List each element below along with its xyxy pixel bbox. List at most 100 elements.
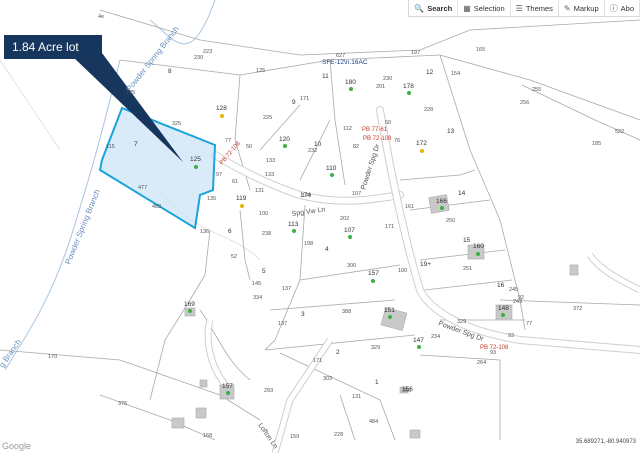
coordinates-readout: 35.689271,-80.940973 [575, 439, 636, 445]
markup-button[interactable]: ✎ Markup [559, 0, 605, 16]
google-attribution: Google [2, 441, 32, 451]
dimension-label: 225 [263, 115, 272, 121]
parcel-id[interactable]: 148 [498, 305, 509, 312]
dimension-label: 125 [256, 68, 265, 74]
lot-number: 10 [314, 141, 322, 148]
lot-number: 12 [426, 69, 434, 76]
parcel-id[interactable]: 157 [368, 270, 379, 277]
dimension-label: 161 [405, 204, 414, 210]
dimension-label: 230 [383, 76, 392, 82]
dimension-label: 170 [48, 354, 57, 360]
lot-number: 4 [325, 246, 329, 253]
dimension-label: 93 [508, 333, 514, 339]
parcel-id[interactable]: 172 [416, 140, 427, 147]
dimension-label: 154 [451, 71, 460, 77]
dimension-label: 230 [194, 55, 203, 61]
dimension-label: 202 [340, 216, 349, 222]
parcel-id[interactable]: 180 [345, 79, 356, 86]
plat-ref-pb1: PB 77-61 [362, 127, 388, 133]
dimension-label: 238 [262, 231, 271, 237]
parcel-id[interactable]: 166 [436, 198, 447, 205]
dimension-label: 250 [446, 218, 455, 224]
dimension-label: 334 [253, 295, 262, 301]
parcel-id[interactable]: 157 [222, 383, 233, 390]
dimension-label: 185 [592, 141, 601, 147]
dimension-label: 388 [342, 309, 351, 315]
search-label: Search [427, 3, 453, 13]
dimension-label: 174 [302, 193, 311, 199]
selection-icon: ▦ [463, 3, 471, 13]
dimension-label: 223 [203, 49, 212, 55]
lot-number: 2 [336, 349, 340, 356]
parcel-id[interactable]: 110 [326, 165, 337, 172]
lot-number: 14 [458, 190, 466, 197]
lot-number: 9 [292, 99, 296, 106]
parcel-id[interactable]: 119 [236, 195, 247, 202]
dimension-label: 171 [313, 358, 322, 364]
dimension-label: 228 [424, 107, 433, 113]
parcel-id[interactable]: 113 [288, 221, 299, 228]
dimension-label: 52 [231, 254, 237, 260]
parcel-id[interactable]: 169 [184, 301, 195, 308]
dimension-label: 234 [431, 334, 440, 340]
lot-number: 16 [497, 282, 505, 289]
about-button[interactable]: ⓘ Abo [605, 0, 640, 16]
dimension-label: 251 [463, 266, 472, 272]
dimension-label: 133 [265, 172, 274, 178]
themes-button[interactable]: ☰ Themes [511, 0, 559, 16]
lot-number: 6 [228, 228, 232, 235]
dimension-label: 135 [207, 196, 216, 202]
dimension-label: 112 [343, 126, 352, 132]
plat-ref-pb2: PB 72-108 [363, 136, 392, 142]
dimension-label: 77 [225, 138, 231, 144]
parcel-id[interactable]: 120 [279, 136, 290, 143]
dimension-label: 136 [200, 229, 209, 235]
parcel-id[interactable]: 128 [216, 105, 227, 112]
parcel-id[interactable]: 107 [344, 227, 355, 234]
lot-number: 11 [322, 73, 329, 80]
parcel-id[interactable]: 160 [473, 243, 484, 250]
parcel-id[interactable]: 125 [190, 156, 201, 163]
callout-label: 1.84 Acre lot [4, 35, 102, 59]
dimension-label: 165 [476, 47, 485, 53]
themes-label: Themes [525, 3, 553, 13]
lot-number: 3 [301, 311, 305, 318]
dimension-label: 82 [353, 144, 359, 150]
selection-label: Selection [473, 3, 505, 13]
dimension-label: 131 [352, 394, 361, 400]
dimension-label: 522 [615, 129, 624, 135]
dimension-label: 76 [394, 138, 400, 144]
dimension-label: 97 [216, 172, 222, 178]
info-icon: ⓘ [609, 3, 618, 13]
dimension-label: 145 [252, 281, 261, 287]
markup-label: Markup [573, 3, 599, 13]
dimension-label: 483 [152, 204, 161, 210]
dimension-label: 228 [334, 432, 343, 438]
about-label: Abo [620, 3, 634, 13]
dimension-label: 245 [509, 287, 518, 293]
dimension-label: 201 [376, 84, 385, 90]
dimension-label: 137 [282, 286, 291, 292]
dimension-label: 93 [490, 350, 496, 356]
selection-button[interactable]: ▦ Selection [458, 0, 511, 16]
dimension-label: 100 [259, 211, 268, 217]
parcel-map[interactable]: Powder Spring Branch Powder Spring Branc… [0, 0, 640, 453]
dimension-label: 168 [203, 433, 212, 439]
dimension-label: 255 [532, 87, 541, 93]
dimension-label: 627 [336, 53, 345, 59]
dimension-label: 133 [266, 158, 275, 164]
parcel-id[interactable]: 147 [413, 337, 424, 344]
parcel-id[interactable]: 151 [384, 307, 395, 314]
lot-number: 8 [168, 68, 172, 75]
dimension-label: 477 [138, 185, 147, 191]
parcel-id[interactable]: 178 [403, 83, 414, 90]
search-button[interactable]: 🔍 Search [409, 0, 459, 16]
dimension-label: 61 [232, 179, 238, 185]
dimension-label: 325 [172, 121, 181, 127]
dimension-label: 484 [369, 419, 378, 425]
dimension-label: 329 [457, 319, 466, 325]
dimension-label: 4e [98, 14, 104, 20]
dimension-label: 300 [347, 263, 356, 269]
dimension-label: 256 [402, 388, 411, 394]
map-toolbar: 🔍 Search ▦ Selection ☰ Themes ✎ Markup ⓘ… [408, 0, 640, 17]
